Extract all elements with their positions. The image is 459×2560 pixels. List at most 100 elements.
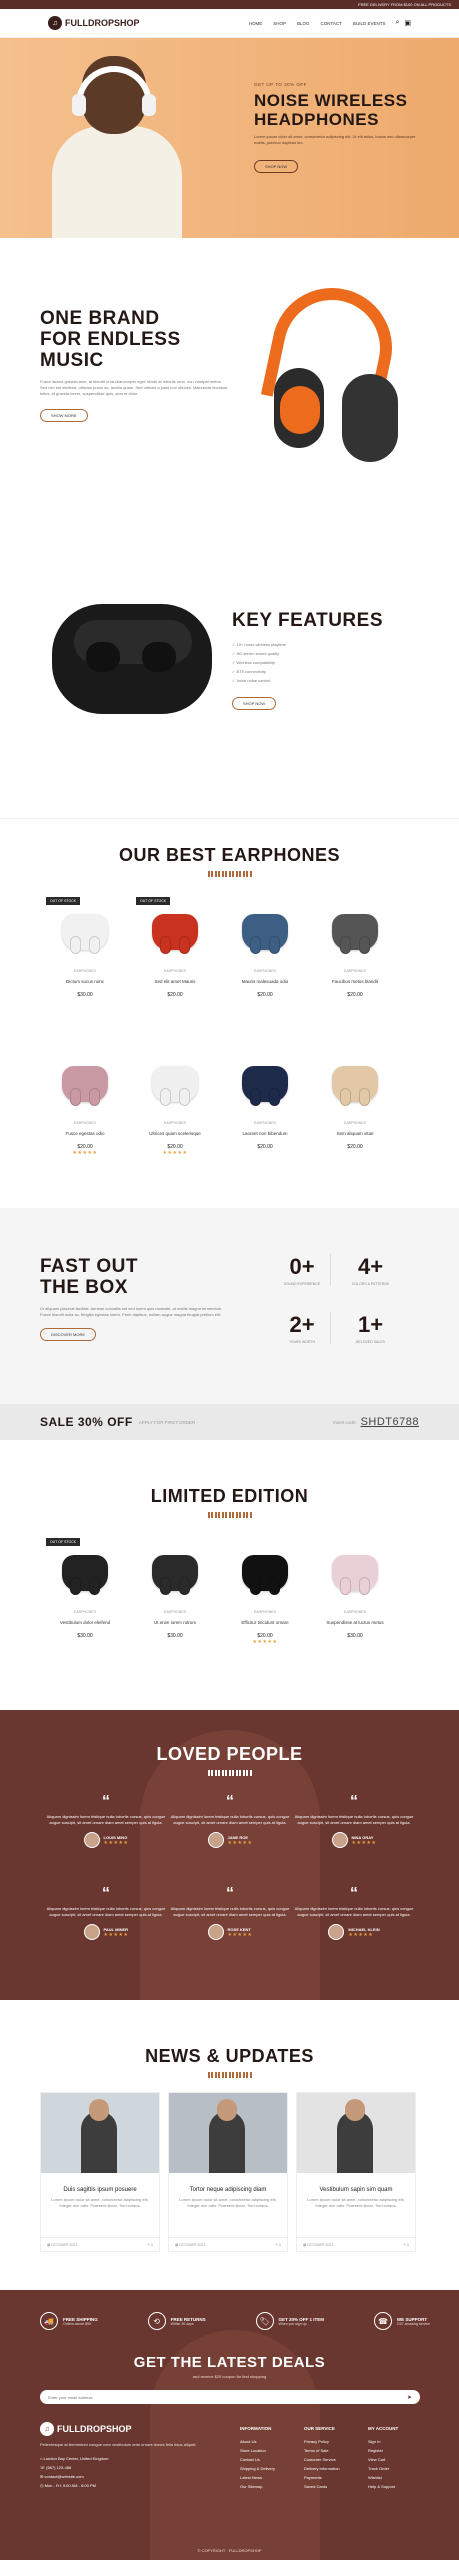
- product-image[interactable]: [316, 1049, 394, 1119]
- features-shop-button[interactable]: SHOP NOW: [232, 697, 277, 710]
- feature-item: ✓ Wireless compatibility: [232, 660, 275, 665]
- news-title: NEWS & UPDATES: [145, 2046, 314, 2066]
- service-feature: 🏷 GET 20% OFF 1 ITEM When you sign up: [255, 2312, 324, 2330]
- nav-shop[interactable]: SHOP: [273, 21, 286, 26]
- testimonial-text: Aliquam dignissim lorem tristique nulla …: [46, 1814, 166, 1825]
- send-icon[interactable]: ➤: [407, 2394, 412, 2401]
- nav-build-events[interactable]: BUILD EVENTS: [353, 21, 386, 26]
- product-name[interactable]: Ut enim lorem rutrum: [136, 1620, 214, 1625]
- news-card[interactable]: Vestibulum sapin sim quam Lorem ipsum dol…: [296, 2092, 416, 2252]
- product-image[interactable]: OUT OF STOCK: [46, 897, 124, 967]
- footer: 🚚 FREE SHIPPING Orders above $99 ⟲ FREE RETU…: [0, 2290, 459, 2560]
- best-title: OUR BEST EARPHONES: [118, 845, 341, 865]
- testimonial-card: “ Aliquam dignissim lorem tristique nulla…: [170, 1794, 290, 1848]
- nav-contact[interactable]: CONTACT: [321, 21, 342, 26]
- product-card[interactable]: EARPHONES Faucibus metus blandit $20.00: [316, 897, 394, 1017]
- product-card[interactable]: OUT OF STOCK EARPHONES Vestibulum dolor el…: [46, 1538, 124, 1658]
- product-price: $30.00: [77, 1633, 93, 1639]
- product-name[interactable]: Dictum sucus nunc: [46, 979, 124, 984]
- nav-blog[interactable]: BLOG: [297, 21, 310, 26]
- testimonial-name: NINA GRAY: [351, 1834, 374, 1840]
- news-comments: 0: [279, 2242, 281, 2247]
- product-category: EARPHONES: [254, 1121, 276, 1125]
- product-price: $30.00: [77, 992, 93, 998]
- quote-icon: “: [226, 1793, 234, 1810]
- product-card[interactable]: EARPHONES Mauris malesuada odio $20.00: [226, 897, 304, 1017]
- product-card[interactable]: EARPHONES Sem aliquam vitae $20.00: [316, 1049, 394, 1169]
- news-date: OCTOBER 2023: [179, 2242, 206, 2247]
- product-card[interactable]: EARPHONES Ultrices quam scelerisque $20.00…: [136, 1049, 214, 1169]
- newsletter-form: ➤: [40, 2390, 420, 2404]
- product-name[interactable]: Vestibulum dolor eleifend: [46, 1620, 124, 1625]
- product-image[interactable]: [136, 1049, 214, 1119]
- search-icon[interactable]: ⌕: [395, 19, 399, 27]
- fast-discover-button[interactable]: DISCOVER MORE: [40, 1328, 97, 1341]
- promo-code[interactable]: SHDT6788: [361, 1416, 419, 1428]
- best-earphones-section: OUR BEST EARPHONES OUT OF STOCK EARPHONES…: [0, 818, 459, 1208]
- product-name[interactable]: Efficitur tincidunt ornare: [226, 1620, 304, 1625]
- product-name[interactable]: Laoreet non bibendum: [226, 1131, 304, 1136]
- product-category: EARPHONES: [164, 1121, 186, 1125]
- product-name[interactable]: Sed elit amet Mauris: [136, 979, 214, 984]
- testimonial-name: LOUIS MING: [103, 1834, 128, 1840]
- news-image[interactable]: [41, 2093, 159, 2173]
- product-name[interactable]: Ultrices quam scelerisque: [136, 1131, 214, 1136]
- product-card[interactable]: OUT OF STOCK EARPHONES Sed elit amet Mauri…: [136, 897, 214, 1017]
- product-image[interactable]: [226, 1538, 304, 1608]
- cart-icon[interactable]: ▣: [404, 19, 411, 27]
- product-category: EARPHONES: [164, 1610, 186, 1614]
- product-name[interactable]: Suspendisse at luctus metus: [316, 1620, 394, 1625]
- product-card[interactable]: OUT OF STOCK EARPHONES Dictum sucus nunc $3…: [46, 897, 124, 1017]
- rating-stars: ★★★★★: [252, 1639, 278, 1645]
- news-card[interactable]: Duis sagittis ipsum posuere Lorem ipsum d…: [40, 2092, 160, 2252]
- feature-item: ✓ 10+ hours wireless playtime: [232, 642, 286, 647]
- avatar: [331, 1832, 348, 1848]
- product-image[interactable]: [46, 1049, 124, 1119]
- avatar: [207, 1832, 224, 1848]
- product-name[interactable]: Faucibus metus blandit: [316, 979, 394, 984]
- quote-icon: “: [226, 1885, 234, 1902]
- title-divider: [0, 1770, 459, 1776]
- email-input[interactable]: [48, 2394, 407, 2400]
- logo[interactable]: ♫ FULLDROPSHOP: [48, 16, 140, 30]
- testimonial-card: “ Aliquam dignissim lorem tristique nulla…: [46, 1794, 166, 1848]
- product-name[interactable]: Sem aliquam vitae: [316, 1131, 394, 1136]
- product-image[interactable]: [316, 1538, 394, 1608]
- news-excerpt: Lorem ipsum dolor sit amet, consectetur …: [51, 2197, 149, 2208]
- brand-text: Fusce lacinia gravida ante, at blandit u…: [40, 379, 228, 396]
- news-card[interactable]: Tortor neque adipiscing diam Lorem ipsum …: [168, 2092, 288, 2252]
- testimonial-text: Aliquam dignissim lorem tristique nulla …: [46, 1906, 166, 1917]
- avatar: [83, 1832, 100, 1848]
- headphones-image: [252, 276, 412, 488]
- top-bar: FREE DELIVERY FROM $100 ON ALL PRODUCTS: [0, 0, 459, 9]
- product-card[interactable]: EARPHONES Suspendisse at luctus metus $30.…: [316, 1538, 394, 1658]
- product-image[interactable]: [136, 1538, 214, 1608]
- feature-item: ✓ HD stereo sound quality: [232, 651, 280, 656]
- brand-show-more-button[interactable]: SHOW MORE: [40, 409, 88, 422]
- product-card[interactable]: EARPHONES Efficitur tincidunt ornare $20.0…: [226, 1538, 304, 1658]
- title-divider: [0, 2072, 459, 2078]
- earbuds-case-image: [46, 584, 216, 724]
- product-name[interactable]: Mauris malesuada odio: [226, 979, 304, 984]
- product-card[interactable]: EARPHONES Fusce egestas odio $20.00 ★★★★★: [46, 1049, 124, 1169]
- product-price: $20.00: [167, 992, 183, 998]
- testimonial-card: “ Aliquam dignissim lorem tristique nulla…: [294, 1886, 414, 1940]
- product-name[interactable]: Fusce egestas odio: [46, 1131, 124, 1136]
- product-image[interactable]: OUT OF STOCK: [46, 1538, 124, 1608]
- product-image[interactable]: OUT OF STOCK: [136, 897, 214, 967]
- footer-logo[interactable]: ♫ FULLDROPSHOP: [40, 2422, 200, 2436]
- news-section: NEWS & UPDATES Duis sagittis ipsum posue…: [0, 2000, 459, 2290]
- testimonial-text: Aliquam dignissim lorem tristique nulla …: [170, 1906, 290, 1917]
- news-image[interactable]: [297, 2093, 415, 2173]
- product-card[interactable]: EARPHONES Laoreet non bibendum $20.00: [226, 1049, 304, 1169]
- footer-col-account: MY ACCOUNT Sign In Register View Cart Track …: [368, 2426, 399, 2489]
- nav-home[interactable]: HOME: [249, 21, 263, 26]
- hero-shop-button[interactable]: SHOP NOW: [254, 160, 299, 173]
- product-card[interactable]: EARPHONES Ut enim lorem rutrum $30.00: [136, 1538, 214, 1658]
- news-image[interactable]: [169, 2093, 287, 2173]
- product-image[interactable]: [226, 1049, 304, 1119]
- fast-title: FAST OUT THE BOX: [40, 1256, 138, 1298]
- product-image[interactable]: [316, 897, 394, 967]
- avatar: [328, 1924, 345, 1940]
- product-image[interactable]: [226, 897, 304, 967]
